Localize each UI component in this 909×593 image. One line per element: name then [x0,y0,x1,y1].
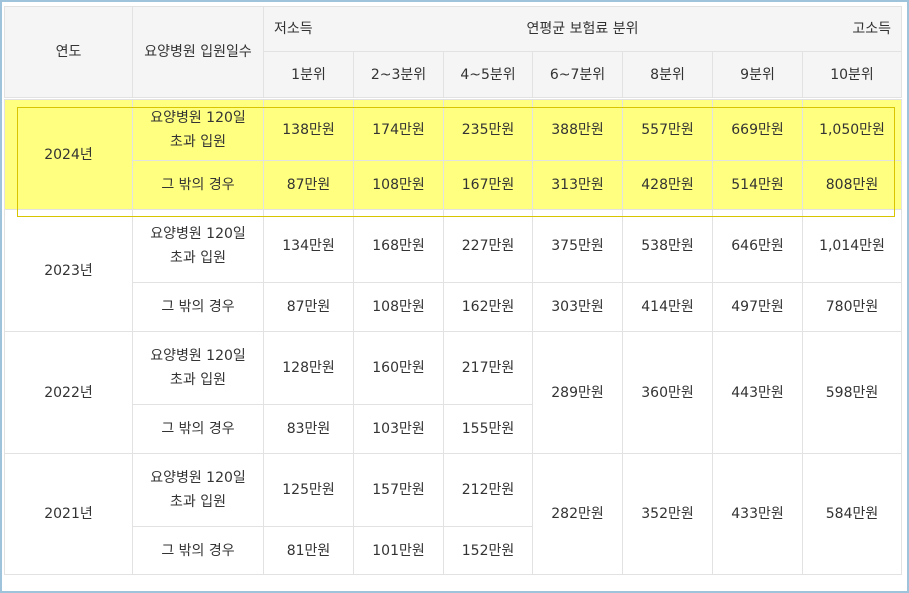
header-group-low: 저소득 [274,21,313,37]
days-label-cell: 그 밖의 경우 [132,526,264,575]
value-cell: 152만원 [443,526,533,575]
header-decile: 2~3분위 [353,51,444,98]
value-cell: 646만원 [712,209,803,283]
value-cell: 157만원 [353,453,444,527]
table-row: 그 밖의 경우 87만원 108만원 162만원 303만원 414만원 497… [5,282,902,332]
merged-value-cell: 282만원 [532,453,623,575]
value-cell: 808만원 [802,160,902,210]
year-cell: 2023년 [4,209,133,332]
table-row: 2021년 요양병원 120일 초과 입원 125만원 157만원 212만원 … [4,453,902,575]
value-cell: 174만원 [353,99,444,161]
days-label-cell: 요양병원 120일 초과 입원 [132,209,264,283]
header-group-high: 고소득 [852,21,891,37]
header-decile: 4~5분위 [443,51,533,98]
header-decile: 6~7분위 [532,51,623,98]
value-cell: 168만원 [353,209,444,283]
year-cell: 2021년 [4,453,133,575]
merged-value-cell: 289만원 [532,331,623,454]
value-cell: 134만원 [263,209,354,283]
value-cell: 235만원 [443,99,533,161]
table-row: 2024년 요양병원 120일 초과 입원 138만원 174만원 235만원 … [4,99,902,210]
days-label-cell: 그 밖의 경우 [132,282,264,332]
copay-limit-table: 연도 요양병원 입원일수 저소득 연평균 보험료 분위 고소득 1분위 2~3분… [4,6,902,575]
header-year: 연도 [4,6,133,98]
value-cell: 155만원 [443,404,533,454]
value-cell: 557만원 [622,99,713,161]
table-row: 2023년 요양병원 120일 초과 입원 134만원 168만원 227만원 … [4,209,902,332]
value-cell: 108만원 [353,160,444,210]
days-label-cell: 요양병원 120일 초과 입원 [132,99,264,161]
value-cell: 780만원 [802,282,902,332]
days-label-cell: 요양병원 120일 초과 입원 [132,331,264,405]
header-decile: 9분위 [712,51,803,98]
merged-value-cell: 443만원 [712,331,803,454]
value-cell: 87만원 [263,282,354,332]
merged-value-cell: 360만원 [622,331,713,454]
header-decile: 8분위 [622,51,713,98]
value-cell: 167만원 [443,160,533,210]
value-cell: 414만원 [622,282,713,332]
header-group: 저소득 연평균 보험료 분위 고소득 [263,6,902,52]
year-cell: 2022년 [4,331,133,454]
days-label-cell: 요양병원 120일 초과 입원 [132,453,264,527]
value-cell: 212만원 [443,453,533,527]
value-cell: 303만원 [532,282,623,332]
value-cell: 227만원 [443,209,533,283]
value-cell: 138만원 [263,99,354,161]
merged-value-cell: 352만원 [622,453,713,575]
days-label-cell: 그 밖의 경우 [132,160,264,210]
value-cell: 162만원 [443,282,533,332]
value-cell: 514만원 [712,160,803,210]
year-cell: 2024년 [4,99,133,210]
days-label-cell: 그 밖의 경우 [132,404,264,454]
value-cell: 497만원 [712,282,803,332]
value-cell: 1,050만원 [802,99,902,161]
value-cell: 83만원 [263,404,354,454]
merged-value-cell: 433만원 [712,453,803,575]
merged-value-cell: 584만원 [802,453,902,575]
value-cell: 313만원 [532,160,623,210]
value-cell: 160만원 [353,331,444,405]
value-cell: 428만원 [622,160,713,210]
header-decile: 10분위 [802,51,902,98]
value-cell: 108만원 [353,282,444,332]
value-cell: 375만원 [532,209,623,283]
value-cell: 101만원 [353,526,444,575]
header-decile: 1분위 [263,51,354,98]
header-group-title: 연평균 보험료 분위 [526,21,639,37]
value-cell: 81만원 [263,526,354,575]
table-row: 그 밖의 경우 87만원 108만원 167만원 313만원 428만원 514… [5,160,902,210]
merged-value-cell: 598만원 [802,331,902,454]
header-days: 요양병원 입원일수 [132,6,264,98]
value-cell: 388만원 [532,99,623,161]
value-cell: 103만원 [353,404,444,454]
table-row: 2022년 요양병원 120일 초과 입원 128만원 160만원 217만원 … [4,331,902,454]
value-cell: 669만원 [712,99,803,161]
value-cell: 538만원 [622,209,713,283]
value-cell: 217만원 [443,331,533,405]
value-cell: 125만원 [263,453,354,527]
value-cell: 128만원 [263,331,354,405]
value-cell: 1,014만원 [802,209,902,283]
value-cell: 87만원 [263,160,354,210]
